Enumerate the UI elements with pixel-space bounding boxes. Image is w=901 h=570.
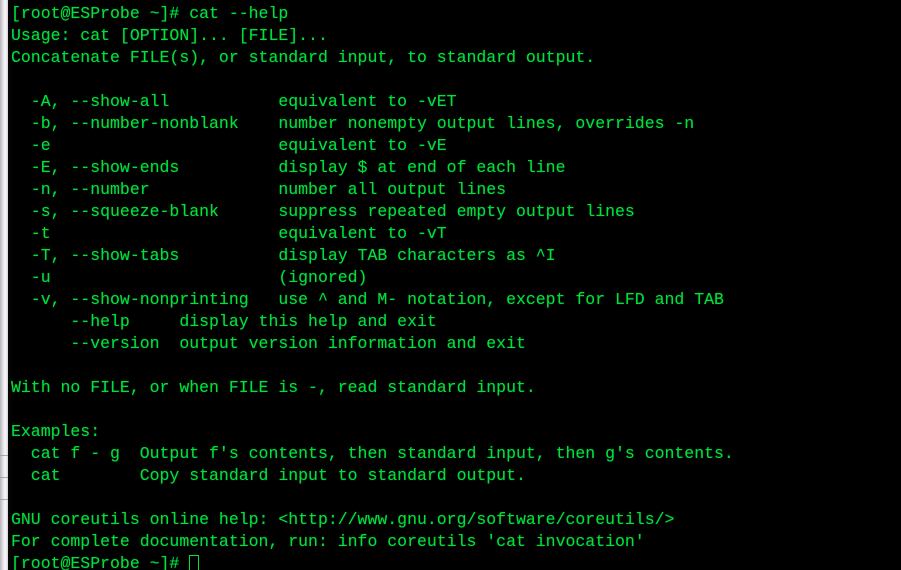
terminal-line-option-squeeze-blank: -s, --squeeze-blank suppress repeated em… bbox=[11, 202, 635, 221]
gutter-divider bbox=[0, 455, 8, 456]
terminal-line-option-version: --version output version information and… bbox=[11, 334, 526, 353]
terminal-line-summary: Concatenate FILE(s), or standard input, … bbox=[11, 48, 596, 67]
terminal-line-example-2: cat Copy standard input to standard outp… bbox=[11, 466, 526, 485]
terminal-line-option-show-all: -A, --show-all equivalent to -vET bbox=[11, 92, 457, 111]
terminal-line-option-show-ends: -E, --show-ends display $ at end of each… bbox=[11, 158, 566, 177]
text-cursor bbox=[189, 555, 200, 570]
terminal-window[interactable]: [root@ESProbe ~]# cat --help Usage: cat … bbox=[0, 0, 901, 570]
terminal-line-option-u: -u (ignored) bbox=[11, 268, 368, 287]
shell-prompt: [root@ESProbe ~]# bbox=[11, 554, 190, 570]
terminal-line-example-1: cat f - g Output f's contents, then stan… bbox=[11, 444, 734, 463]
terminal-line-option-show-nonprinting: -v, --show-nonprinting use ^ and M- nota… bbox=[11, 290, 724, 309]
gutter-divider bbox=[0, 499, 8, 500]
terminal-line-option-show-tabs: -T, --show-tabs display TAB characters a… bbox=[11, 246, 556, 265]
window-left-gutter[interactable] bbox=[0, 0, 8, 570]
window-inner-bevel bbox=[8, 0, 11, 570]
terminal-line-option-e: -e equivalent to -vE bbox=[11, 136, 447, 155]
terminal-line-online-help: GNU coreutils online help: <http://www.g… bbox=[11, 510, 675, 529]
gutter-divider bbox=[0, 477, 8, 478]
terminal-prompt-line[interactable]: [root@ESProbe ~]# bbox=[11, 553, 901, 570]
terminal-line-command: [root@ESProbe ~]# cat --help bbox=[11, 4, 289, 23]
terminal-line-option-t: -t equivalent to -vT bbox=[11, 224, 447, 243]
terminal-line-with-no-file: With no FILE, or when FILE is -, read st… bbox=[11, 378, 536, 397]
terminal-line-usage: Usage: cat [OPTION]... [FILE]... bbox=[11, 26, 328, 45]
terminal-line-examples-heading: Examples: bbox=[11, 422, 101, 441]
terminal-line-option-help: --help display this help and exit bbox=[11, 312, 437, 331]
terminal-screen[interactable]: [root@ESProbe ~]# cat --help Usage: cat … bbox=[11, 0, 901, 570]
terminal-line-option-number: -n, --number number all output lines bbox=[11, 180, 507, 199]
terminal-line-documentation: For complete documentation, run: info co… bbox=[11, 532, 645, 551]
terminal-line-option-number-nonblank: -b, --number-nonblank number nonempty ou… bbox=[11, 114, 695, 133]
